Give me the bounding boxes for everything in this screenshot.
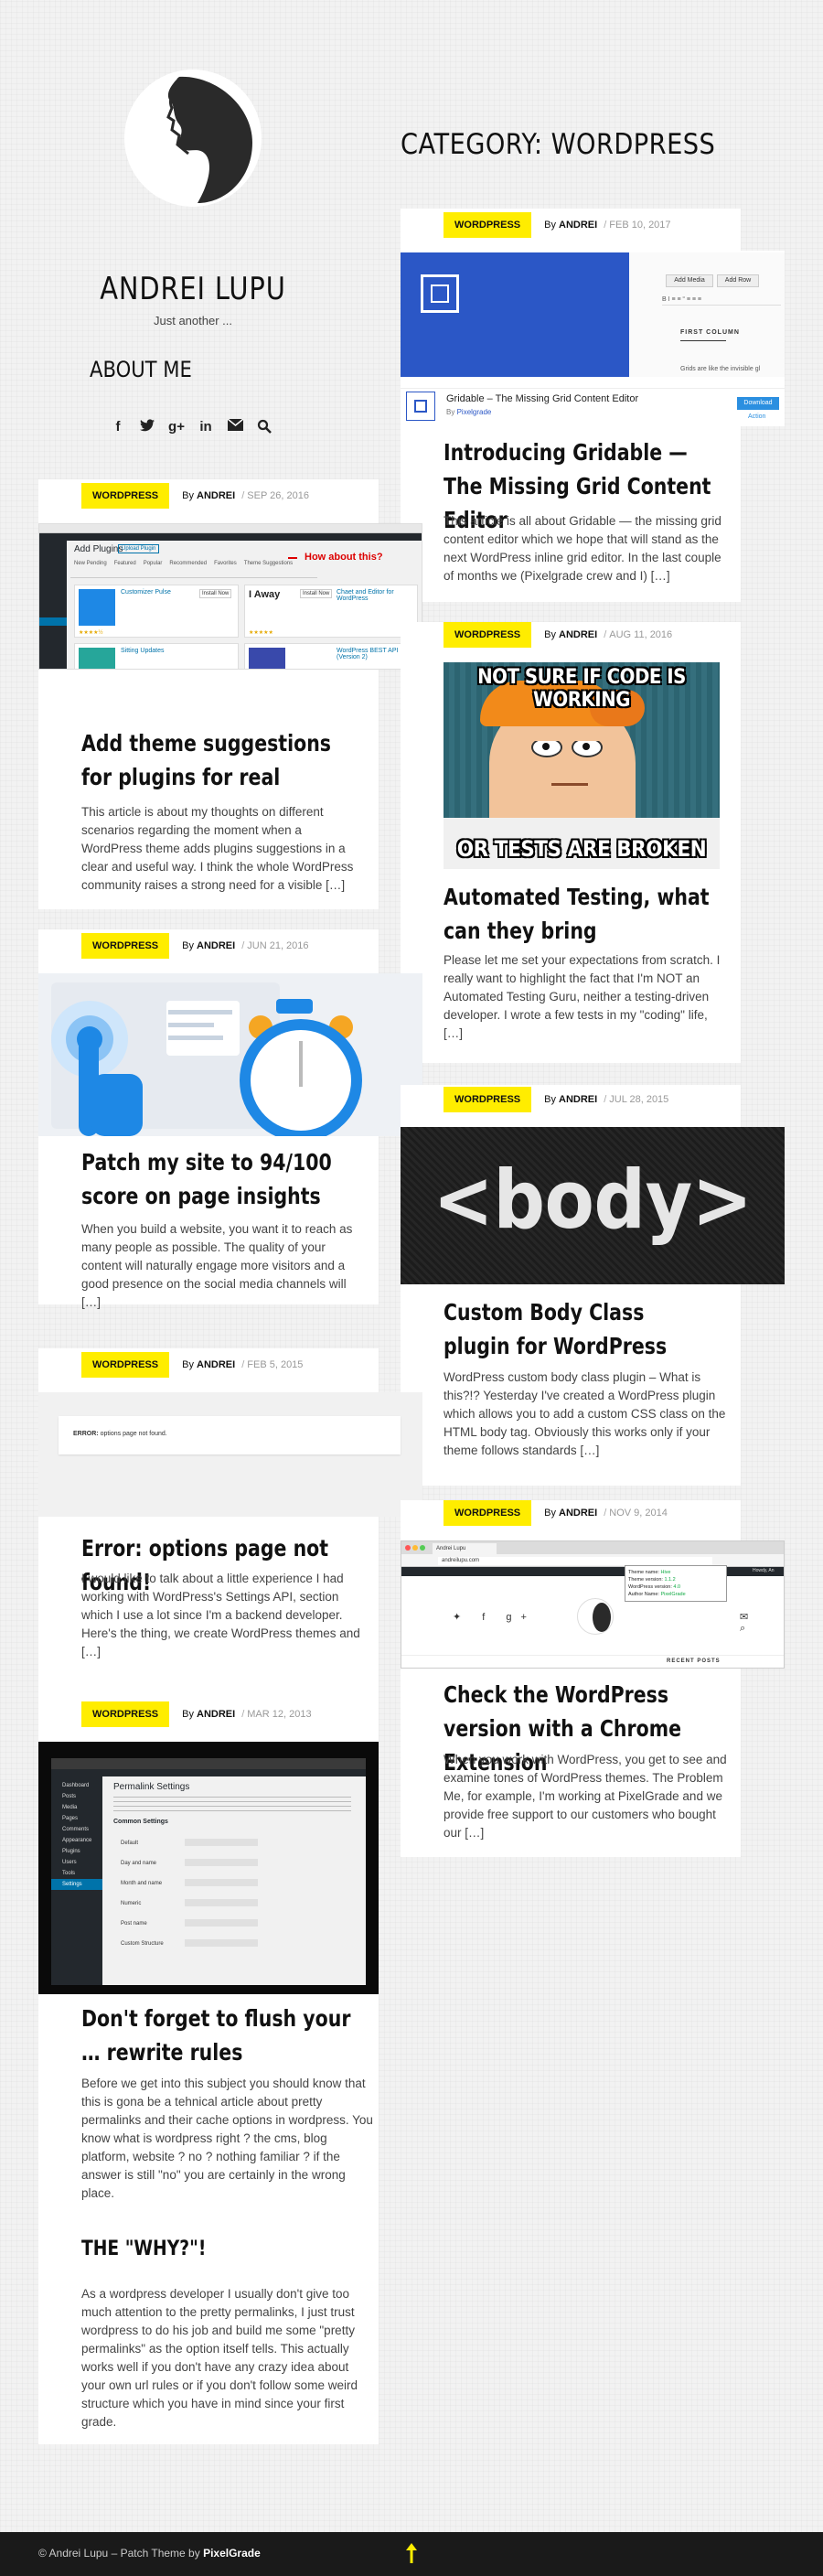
- post-date: SEP 26, 2016: [247, 490, 309, 501]
- site-logo[interactable]: [124, 70, 262, 207]
- post-meta: WORDPRESS By ANDREI / FEB 5, 2015: [81, 1352, 303, 1378]
- post-author[interactable]: ANDREI: [197, 940, 235, 951]
- email-icon[interactable]: [227, 418, 243, 435]
- category-badge[interactable]: WORDPRESS: [444, 212, 532, 238]
- googleplus-icon[interactable]: g+: [168, 419, 185, 435]
- post-excerpt: WordPress custom body class plugin – Wha…: [444, 1370, 726, 1457]
- post-author[interactable]: ANDREI: [197, 1359, 235, 1370]
- post-date: JUL 28, 2015: [609, 1094, 669, 1105]
- post-meta: WORDPRESS By ANDREI / NOV 9, 2014: [444, 1500, 668, 1526]
- post-excerpt: I would like to talk about a little expe…: [81, 1572, 360, 1658]
- logo-portrait-icon: [124, 70, 262, 207]
- category-badge[interactable]: WORDPRESS: [81, 1701, 170, 1727]
- post-body: As a wordpress developer I usually don't…: [81, 2287, 358, 2429]
- twitter-icon[interactable]: [139, 419, 155, 435]
- category-badge[interactable]: WORDPRESS: [444, 1500, 532, 1526]
- post-meta: WORDPRESS By ANDREI / SEP 26, 2016: [81, 483, 309, 509]
- back-to-top-icon[interactable]: [406, 2543, 417, 2563]
- post-image[interactable]: Add Plugins Upload Plugin New Pending Fea…: [38, 523, 422, 670]
- admin-menu: [39, 541, 67, 669]
- post-image[interactable]: <body>: [401, 1127, 785, 1284]
- post-author[interactable]: ANDREI: [197, 490, 235, 501]
- site-title[interactable]: ANDREI LUPU: [91, 271, 295, 307]
- post-meta: WORDPRESS By ANDREI / AUG 11, 2016: [444, 622, 672, 648]
- category-title: CATEGORY: WORDPRESS: [401, 128, 716, 161]
- nav-about-me[interactable]: ABOUT ME: [90, 357, 192, 382]
- search-icon[interactable]: [256, 419, 273, 435]
- grid-icon: [421, 274, 459, 313]
- post-image[interactable]: Dashboard Posts Media Pages Comments App…: [38, 1742, 379, 1994]
- footer-text: © Andrei Lupu – Patch Theme by: [38, 2547, 200, 2560]
- post-meta: WORDPRESS By ANDREI / FEB 10, 2017: [444, 212, 671, 238]
- post-date: FEB 5, 2015: [247, 1359, 304, 1370]
- post-excerpt: This article is about my thoughts on dif…: [81, 805, 354, 892]
- post-title[interactable]: Automated Testing, what can they bring: [444, 880, 713, 948]
- post-author[interactable]: ANDREI: [559, 1094, 597, 1105]
- category-badge[interactable]: WORDPRESS: [81, 933, 170, 959]
- category-badge[interactable]: WORDPRESS: [444, 622, 532, 648]
- post-excerpt: Before we get into this subject you shou…: [81, 2077, 373, 2200]
- post-date: NOV 9, 2014: [609, 1508, 668, 1519]
- section-heading: THE "WHY?"!: [81, 2238, 207, 2260]
- linkedin-icon[interactable]: in: [198, 419, 214, 435]
- post-author[interactable]: ANDREI: [197, 1709, 235, 1720]
- category-badge[interactable]: WORDPRESS: [81, 483, 170, 509]
- post-image[interactable]: NOT SURE IF CODE IS WORKING OR TESTS ARE…: [444, 662, 720, 869]
- post-title[interactable]: Custom Body Class plugin for WordPress: [444, 1295, 713, 1363]
- post-author[interactable]: ANDREI: [559, 629, 597, 640]
- post-image[interactable]: [38, 973, 422, 1136]
- post-meta: WORDPRESS By ANDREI / MAR 12, 2013: [81, 1701, 312, 1727]
- footer: © Andrei Lupu – Patch Theme by PixelGrad…: [0, 2532, 823, 2576]
- post-image[interactable]: ERROR: options page not found.: [38, 1392, 422, 1517]
- post-meta: WORDPRESS By ANDREI / JUN 21, 2016: [81, 933, 309, 959]
- post-date: AUG 11, 2016: [609, 629, 673, 640]
- social-links: f g+ in: [110, 418, 273, 435]
- post-title[interactable]: Don't forget to flush your … rewrite rul…: [81, 2002, 351, 2069]
- post-title[interactable]: Add theme suggestions for plugins for re…: [81, 726, 351, 794]
- post-author[interactable]: ANDREI: [559, 1508, 597, 1519]
- plugin-icon: [406, 392, 435, 421]
- post-date: FEB 10, 2017: [609, 220, 671, 231]
- facebook-icon[interactable]: f: [110, 419, 126, 435]
- post-date: JUN 21, 2016: [247, 940, 309, 951]
- category-badge[interactable]: WORDPRESS: [444, 1087, 532, 1112]
- post-image[interactable]: Andrei Lupu andreilupu.com Howdy, An The…: [401, 1540, 785, 1669]
- post-meta: WORDPRESS By ANDREI / JUL 28, 2015: [444, 1087, 668, 1112]
- site-tagline: Just another ...: [154, 314, 232, 327]
- add-media-button: Add Media: [666, 274, 713, 287]
- add-row-button: Add Row: [717, 274, 759, 287]
- post-title[interactable]: Patch my site to 94/100 score on page in…: [81, 1145, 351, 1213]
- post-author[interactable]: ANDREI: [559, 220, 597, 231]
- category-badge[interactable]: WORDPRESS: [81, 1352, 170, 1378]
- post-date: MAR 12, 2013: [247, 1709, 312, 1720]
- post-image[interactable]: Add Media Add Row B I ≡ ≡ “ ≡ ≡ ≡ FIRST …: [401, 251, 785, 426]
- post-excerpt: This article is all about Gridable — the…: [444, 514, 721, 583]
- download-button: Download: [737, 397, 779, 410]
- admin-menu: Dashboard Posts Media Pages Comments App…: [51, 1776, 102, 1985]
- post-excerpt: When you build a website, you want it to…: [81, 1222, 353, 1309]
- footer-link[interactable]: PixelGrade: [203, 2547, 261, 2560]
- post-excerpt: Please let me set your expectations from…: [444, 953, 721, 1040]
- post-excerpt: When you work with WordPress, you get to…: [444, 1753, 727, 1840]
